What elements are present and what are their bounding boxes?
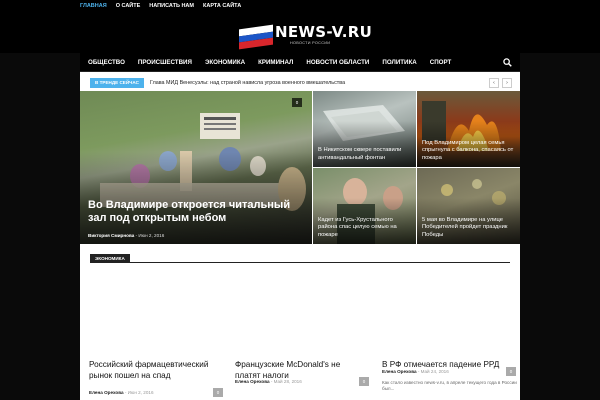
article-card-author[interactable]: Елена Орехова [235, 379, 270, 384]
article-card-author[interactable]: Елена Орехова [89, 390, 124, 395]
top-menu-sitemap[interactable]: КАРТА САЙТА [203, 0, 241, 13]
top-menu-about[interactable]: О САЙТЕ [116, 0, 141, 13]
nav-item-sport[interactable]: СПОРТ [430, 53, 452, 72]
comment-count-badge[interactable]: 0 [359, 377, 369, 386]
nav-item-politics[interactable]: ПОЛИТИКА [382, 53, 416, 72]
article-card-author[interactable]: Елена Орехова [382, 369, 417, 374]
article-card-meta: Елена Орехова - Май 24, 2016 [382, 369, 449, 374]
nav-item-society[interactable]: ОБЩЕСТВО [88, 53, 125, 72]
featured-tile-victory[interactable]: 5 мая во Владимире на улице Победителей … [417, 168, 520, 244]
featured-tile-victory-title[interactable]: 5 мая во Владимире на улице Победителей … [422, 217, 515, 240]
article-card[interactable]: Французские McDonald's не платят налоги … [235, 264, 371, 400]
top-menu-home[interactable]: ГЛАВНАЯ [80, 0, 107, 13]
trending-prev-button[interactable]: ‹ [489, 78, 499, 88]
article-card-meta: Елена Орехова - Май 28, 2016 [235, 379, 302, 384]
article-card-excerpt: Как стало известно news-v.ru, в апреле т… [382, 380, 517, 391]
top-menu-contact[interactable]: НАПИСАТЬ НАМ [149, 0, 194, 13]
featured-mosaic: 0 Во Владимире откроется читальный зал п… [80, 91, 520, 244]
article-card-date: Май 28, 2016 [273, 379, 302, 384]
trending-next-button[interactable]: › [502, 78, 512, 88]
article-card-title[interactable]: Российский фармацевтический рынок пошел … [89, 360, 214, 381]
featured-tile-fire-title[interactable]: Под Владимиром целая семья спрыгнула с б… [422, 140, 515, 163]
article-card-title[interactable]: Французские McDonald's не платят налоги [235, 360, 360, 381]
featured-tile-cadet[interactable]: Кадет из Гусь-Хрустального района спас ц… [313, 168, 416, 244]
comment-count-badge[interactable]: 0 [213, 388, 223, 397]
nav-item-incidents[interactable]: ПРОИСШЕСТВИЯ [138, 53, 192, 72]
russian-flag-icon [239, 24, 273, 50]
featured-big-title[interactable]: Во Владимире откроется читальный зал под… [88, 199, 304, 225]
featured-big-meta: Виктория Смирнова - Июн 2, 2016 [88, 233, 165, 238]
featured-tile-cadet-title[interactable]: Кадет из Гусь-Хрустального района спас ц… [318, 217, 411, 240]
article-card-date: Май 24, 2016 [420, 369, 449, 374]
economy-cards: Российский фармацевтический рынок пошел … [80, 264, 520, 400]
featured-tile-fountain-title[interactable]: В Никитском сквере поставили антивандаль… [318, 147, 411, 162]
article-card[interactable]: В РФ отмечается падение РРД Елена Орехов… [382, 264, 518, 400]
content-area: В ТРЕНДЕ СЕЙЧАС Глава МИД Венесуэлы: над… [80, 72, 520, 400]
top-bar: ГЛАВНАЯ О САЙТЕ НАПИСАТЬ НАМ КАРТА САЙТА [0, 0, 600, 13]
comment-count-badge: 0 [292, 98, 302, 107]
main-nav: ОБЩЕСТВО ПРОИСШЕСТВИЯ ЭКОНОМИКА КРИМИНАЛ… [80, 53, 520, 72]
comment-count-badge[interactable]: 0 [506, 367, 516, 376]
nav-item-region-news[interactable]: НОВОСТИ ОБЛАСТИ [306, 53, 369, 72]
search-icon[interactable] [503, 58, 512, 67]
site-logo[interactable]: NEWS-V.RU НОВОСТИ РОССИИ [239, 23, 389, 53]
featured-tile-fire[interactable]: Под Владимиром целая семья спрыгнула с б… [417, 91, 520, 167]
article-card-meta: Елена Орехова - Июн 2, 2016 [89, 390, 154, 395]
section-divider [90, 262, 510, 263]
trending-headline[interactable]: Глава МИД Венесуэлы: над страной нависла… [150, 77, 345, 89]
featured-big-tile[interactable]: 0 Во Владимире откроется читальный зал п… [80, 91, 312, 244]
nav-item-economy[interactable]: ЭКОНОМИКА [205, 53, 245, 72]
article-card-image[interactable] [382, 264, 518, 356]
trending-label: В ТРЕНДЕ СЕЙЧАС [90, 78, 144, 88]
nav-item-crime[interactable]: КРИМИНАЛ [258, 53, 293, 72]
featured-big-date: Июн 2, 2016 [138, 233, 165, 238]
logo-brand: NEWS-V.RU [275, 23, 373, 41]
featured-big-author[interactable]: Виктория Смирнова [88, 233, 134, 238]
top-menu: ГЛАВНАЯ О САЙТЕ НАПИСАТЬ НАМ КАРТА САЙТА [80, 0, 250, 13]
article-card[interactable]: Российский фармацевтический рынок пошел … [89, 264, 225, 400]
article-card-image[interactable] [235, 264, 371, 356]
trending-bar: В ТРЕНДЕ СЕЙЧАС Глава МИД Венесуэлы: над… [80, 77, 520, 89]
site-header: NEWS-V.RU НОВОСТИ РОССИИ [0, 13, 600, 53]
featured-tile-fountain[interactable]: В Никитском сквере поставили антивандаль… [313, 91, 416, 167]
article-card-image[interactable] [89, 264, 225, 356]
logo-tagline: НОВОСТИ РОССИИ [290, 41, 331, 45]
article-card-date: Июн 2, 2016 [127, 390, 154, 395]
